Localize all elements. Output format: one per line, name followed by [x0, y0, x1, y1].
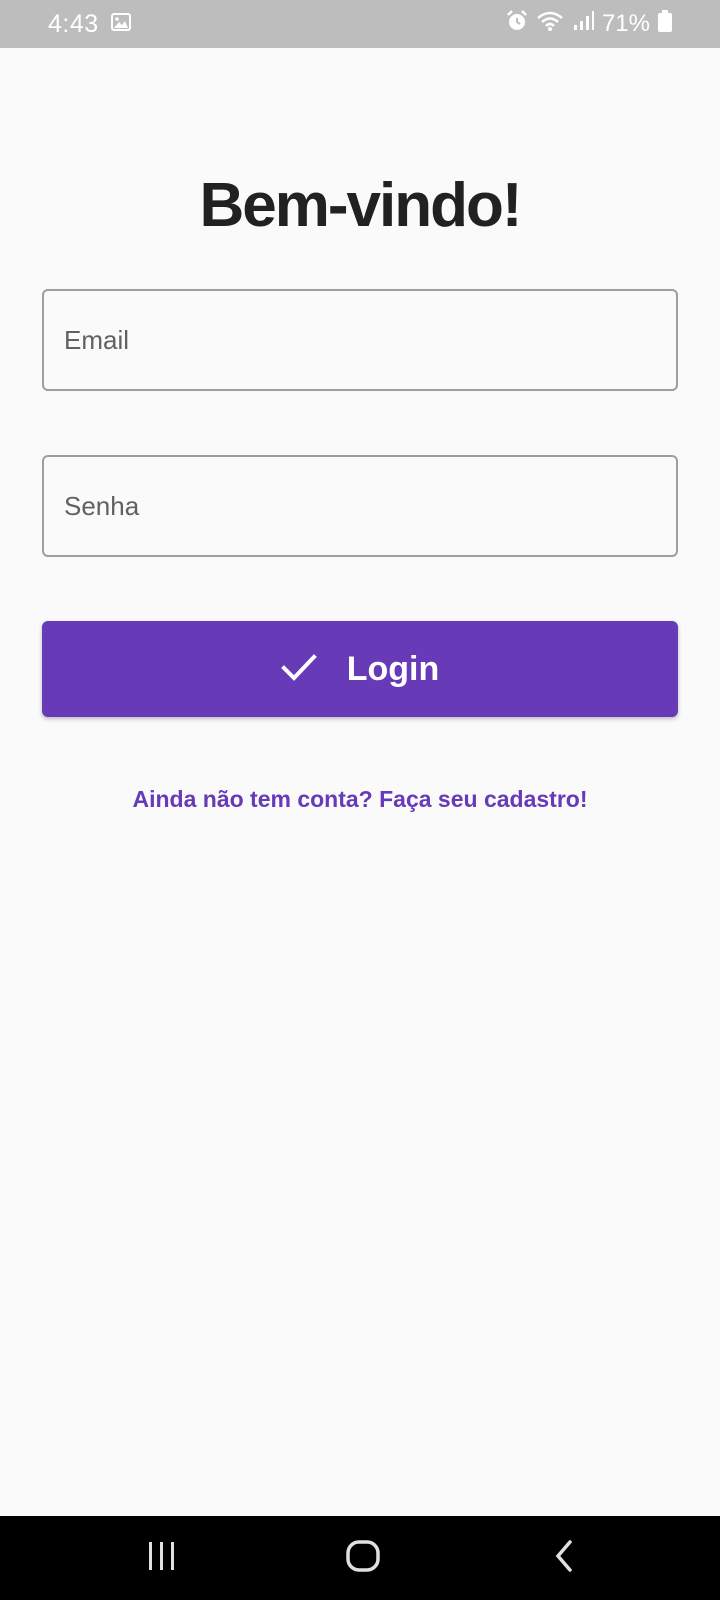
signup-link[interactable]: Ainda não tem conta? Faça seu cadastro! [0, 786, 720, 813]
wifi-icon [536, 10, 564, 39]
home-icon [345, 1539, 381, 1578]
status-left: 4:43 [48, 10, 131, 39]
login-button[interactable]: Login [42, 621, 678, 717]
password-field[interactable] [42, 455, 678, 557]
image-icon [110, 10, 131, 38]
home-button[interactable] [333, 1532, 393, 1584]
login-screen: Bem-vindo! Login Ainda não tem conta? Fa… [0, 48, 720, 1516]
battery-percent: 71% [601, 10, 650, 37]
recents-button[interactable] [132, 1532, 192, 1584]
status-right: 71% [506, 9, 672, 39]
alarm-icon [506, 9, 528, 39]
recents-icon [145, 1540, 179, 1577]
page-title: Bem-vindo! [199, 171, 523, 240]
login-button-label: Login [346, 649, 440, 688]
signal-icon [572, 10, 594, 39]
status-time: 4:43 [48, 9, 99, 38]
status-bar: 4:43 71% [0, 0, 720, 48]
navigation-bar [0, 1516, 720, 1600]
back-button[interactable] [534, 1532, 594, 1584]
email-field[interactable] [42, 289, 678, 391]
back-icon [551, 1539, 577, 1578]
check-icon [280, 653, 317, 686]
battery-icon [658, 9, 672, 39]
